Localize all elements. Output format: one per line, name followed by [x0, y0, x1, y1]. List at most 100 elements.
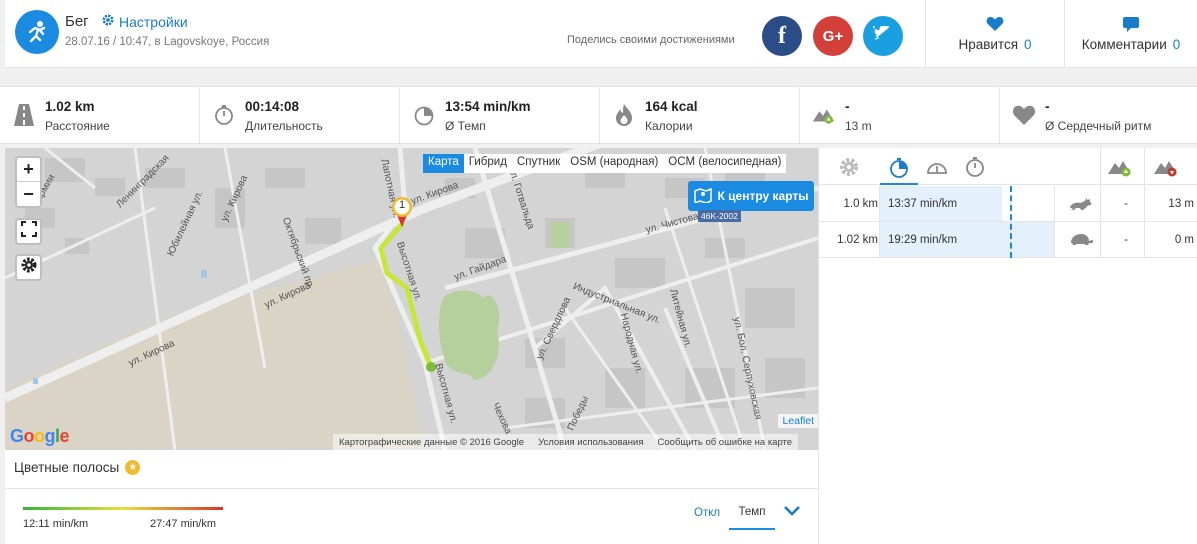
split-distance: 1.0 km	[843, 197, 878, 210]
elevation-up-icon	[812, 103, 836, 127]
stats-bar: 1.02 km Расстояние 00:14:08 Длительность…	[0, 86, 1197, 144]
split-ascent: -	[1124, 233, 1128, 246]
layer-hybrid[interactable]: Гибрид	[464, 154, 512, 173]
activity-meta: 28.07.16 / 10:47, в Lagovskoye, Россия	[65, 36, 270, 48]
heart-icon	[926, 16, 1064, 32]
google-plus-share-button[interactable]: G+	[813, 16, 853, 56]
table-row[interactable]: 1.0 km 13:37 min/km - 13 m	[818, 186, 1197, 222]
google-logo: Google	[10, 426, 70, 446]
km-marker[interactable]: 1	[391, 196, 413, 233]
heart-icon	[1012, 103, 1036, 127]
sport-title: Бег	[65, 13, 89, 30]
layer-osm[interactable]: OSM (народная)	[565, 154, 663, 173]
comments-box[interactable]: Комментарии 0	[1064, 0, 1197, 68]
color-bars-tempo-tab[interactable]: Темп	[729, 500, 775, 530]
likes-box[interactable]: Нравится 0	[925, 0, 1064, 68]
divider	[5, 488, 818, 489]
twitter-share-button[interactable]	[863, 16, 903, 56]
stat-value: 13:54 min/km	[445, 99, 531, 114]
layer-satellite[interactable]: Спутник	[512, 154, 565, 173]
column-divider	[818, 148, 819, 544]
descent-icon[interactable]	[1144, 152, 1188, 182]
twitter-bird-icon	[871, 24, 893, 47]
facebook-share-button[interactable]: f	[762, 16, 802, 56]
settings-link[interactable]: Настройки	[101, 13, 188, 30]
stat-value: 1.02 km	[45, 99, 95, 114]
center-map-button[interactable]: К центру карты	[688, 181, 814, 211]
table-row[interactable]: 1.02 km 19:29 min/km - 0 m	[818, 222, 1197, 258]
tab-pace-icon[interactable]	[880, 152, 918, 185]
color-bars-title: Цветные полосы	[14, 460, 120, 475]
rabbit-icon	[1066, 186, 1096, 221]
splits-table: 1.0 km 13:37 min/km - 13 m 1.02 km 19:29…	[818, 148, 1197, 544]
average-pace-line	[1010, 186, 1012, 258]
share-text: Поделись своими достижениями	[567, 34, 735, 46]
zoom-out-button[interactable]: −	[17, 182, 40, 206]
gradient-min-label: 12:11 min/km	[23, 518, 89, 530]
flame-icon	[612, 103, 636, 127]
map-settings-button[interactable]	[15, 254, 42, 281]
splits-settings-gear-icon[interactable]	[832, 152, 866, 182]
stat-value: -	[1045, 99, 1050, 114]
zoom-in-button[interactable]: +	[17, 158, 40, 182]
comments-count: 0	[1172, 37, 1181, 52]
stat-distance: 1.02 km Расстояние	[0, 87, 200, 143]
stopwatch-icon	[212, 103, 236, 127]
km-marker-label: 1	[398, 199, 406, 211]
stat-label: Ø Сердечный ритм	[1045, 119, 1152, 133]
chevron-down-icon[interactable]	[783, 504, 801, 522]
map-attribution: Картографические данные © 2016 Google Ус…	[333, 434, 799, 450]
fullscreen-icon	[20, 221, 37, 242]
gear-icon	[101, 13, 115, 30]
column-divider	[1144, 148, 1145, 258]
turtle-icon	[1066, 222, 1096, 257]
map-data-credit: Картографические данные © 2016 Google	[339, 436, 525, 448]
road-icon	[12, 103, 36, 127]
road-sign: 46K-2002	[698, 210, 741, 222]
activity-header: Бег Настройки 28.07.16 / 10:47, в Lagovs…	[5, 0, 1197, 68]
ascent-icon[interactable]	[1100, 152, 1140, 182]
stat-label: Калории	[645, 119, 693, 133]
pace-gradient	[23, 507, 223, 510]
splits-header	[818, 148, 1197, 185]
layer-ocm[interactable]: OCM (велосипедная)	[663, 154, 786, 173]
split-ascent: -	[1124, 197, 1128, 210]
gradient-max-label: 27:47 min/km	[150, 518, 217, 530]
tab-speed-gauge-icon[interactable]	[920, 152, 954, 182]
stat-value: 00:14:08	[245, 99, 300, 114]
likes-label: Нравится	[958, 37, 1019, 52]
comments-label: Комментарии	[1081, 37, 1167, 52]
zoom-control: + −	[15, 156, 42, 208]
color-bars-off-button[interactable]: Откл	[694, 507, 720, 519]
star-icon: ★	[125, 460, 141, 475]
tab-time-stopwatch-icon[interactable]	[958, 152, 992, 182]
split-descent: 0 m	[1174, 233, 1194, 246]
comment-icon	[1065, 16, 1197, 32]
stat-calories: 164 kcal Калории	[600, 87, 800, 143]
stat-value: 164 kcal	[645, 99, 698, 114]
stat-heart-rate: - Ø Сердечный ритм	[1000, 87, 1197, 143]
center-map-label: К центру карты	[717, 189, 809, 203]
column-divider	[879, 186, 880, 258]
stat-elevation: - 13 m	[800, 87, 1000, 143]
layer-map[interactable]: Карта	[423, 154, 464, 173]
stat-label: Ø Темп	[445, 119, 486, 133]
stat-pace: 13:54 min/km Ø Темп	[400, 87, 600, 143]
column-divider	[1054, 186, 1055, 258]
leaflet-link[interactable]: Leaflet	[778, 414, 818, 428]
split-pace: 13:37 min/km	[888, 197, 958, 210]
pace-icon	[412, 103, 436, 127]
color-bars-panel: Цветные полосы ★ 12:11 min/km 27:47 min/…	[5, 450, 818, 544]
stat-label: Расстояние	[45, 119, 110, 133]
split-descent: 13 m	[1168, 197, 1194, 210]
terms-link[interactable]: Условия использования	[538, 437, 643, 448]
gear-icon	[20, 256, 38, 279]
stat-duration: 00:14:08 Длительность	[200, 87, 400, 143]
report-error-link[interactable]: Сообщить об ошибке на карте	[658, 437, 793, 448]
fullscreen-button[interactable]	[15, 218, 42, 245]
split-pace: 19:29 min/km	[888, 233, 958, 246]
stat-label: 13 m	[845, 119, 872, 133]
route-map[interactable]: Ленинградская Армии Юбилейная ул. ул. Ки…	[5, 148, 818, 450]
map-layer-switcher: Карта Гибрид Спутник OSM (народная) OCM …	[423, 154, 787, 173]
column-divider	[1100, 148, 1101, 258]
